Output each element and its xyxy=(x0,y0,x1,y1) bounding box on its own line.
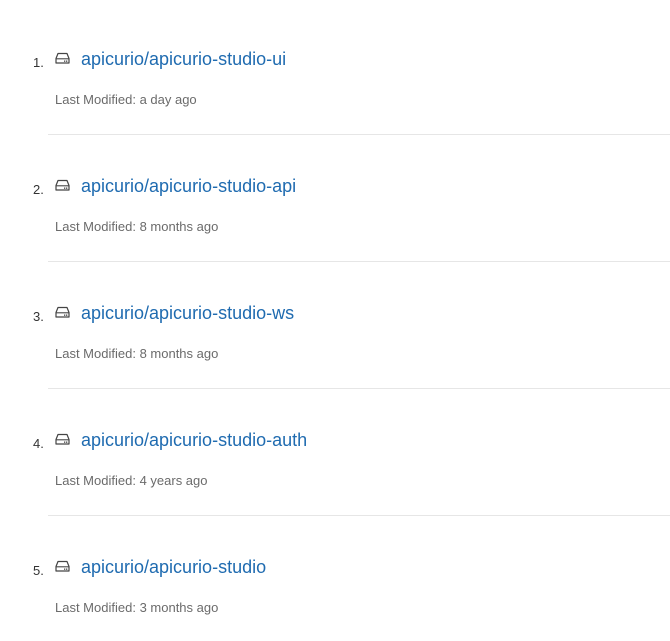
last-modified: Last Modified: a day ago xyxy=(55,92,197,107)
item-number: 5. xyxy=(33,563,44,578)
item-number: 1. xyxy=(33,55,44,70)
last-modified-value: 8 months ago xyxy=(139,346,219,361)
repository-list: 1. apicurio/apicurio-studio-ui Last Modi… xyxy=(0,0,670,641)
last-modified-label: Last Modified: xyxy=(55,346,136,361)
repo-drive-icon xyxy=(55,560,70,572)
repo-drive-icon xyxy=(55,433,70,445)
last-modified: Last Modified: 3 months ago xyxy=(55,600,218,615)
last-modified-value: 4 years ago xyxy=(139,473,208,488)
repo-link[interactable]: apicurio/apicurio-studio-auth xyxy=(81,430,307,451)
list-item: 4. apicurio/apicurio-studio-auth Last Mo… xyxy=(0,381,670,516)
item-number: 4. xyxy=(33,436,44,451)
last-modified: Last Modified: 8 months ago xyxy=(55,219,218,234)
last-modified-label: Last Modified: xyxy=(55,473,136,488)
list-item: 5. apicurio/apicurio-studio Last Modifie… xyxy=(0,508,670,635)
repo-link[interactable]: apicurio/apicurio-studio-api xyxy=(81,176,296,197)
item-number: 2. xyxy=(33,182,44,197)
repo-drive-icon xyxy=(55,306,70,318)
last-modified-label: Last Modified: xyxy=(55,219,136,234)
last-modified-label: Last Modified: xyxy=(55,92,136,107)
repo-link[interactable]: apicurio/apicurio-studio xyxy=(81,557,266,578)
last-modified-value: 8 months ago xyxy=(139,219,219,234)
last-modified: Last Modified: 8 months ago xyxy=(55,346,218,361)
item-number: 3. xyxy=(33,309,44,324)
last-modified-value: a day ago xyxy=(139,92,197,107)
last-modified-label: Last Modified: xyxy=(55,600,136,615)
list-item: 2. apicurio/apicurio-studio-api Last Mod… xyxy=(0,127,670,262)
repo-link[interactable]: apicurio/apicurio-studio-ws xyxy=(81,303,294,324)
repo-drive-icon xyxy=(55,52,70,64)
last-modified: Last Modified: 4 years ago xyxy=(55,473,208,488)
repo-drive-icon xyxy=(55,179,70,191)
repo-link[interactable]: apicurio/apicurio-studio-ui xyxy=(81,49,286,70)
list-item: 1. apicurio/apicurio-studio-ui Last Modi… xyxy=(0,0,670,135)
last-modified-value: 3 months ago xyxy=(139,600,219,615)
list-item: 3. apicurio/apicurio-studio-ws Last Modi… xyxy=(0,254,670,389)
